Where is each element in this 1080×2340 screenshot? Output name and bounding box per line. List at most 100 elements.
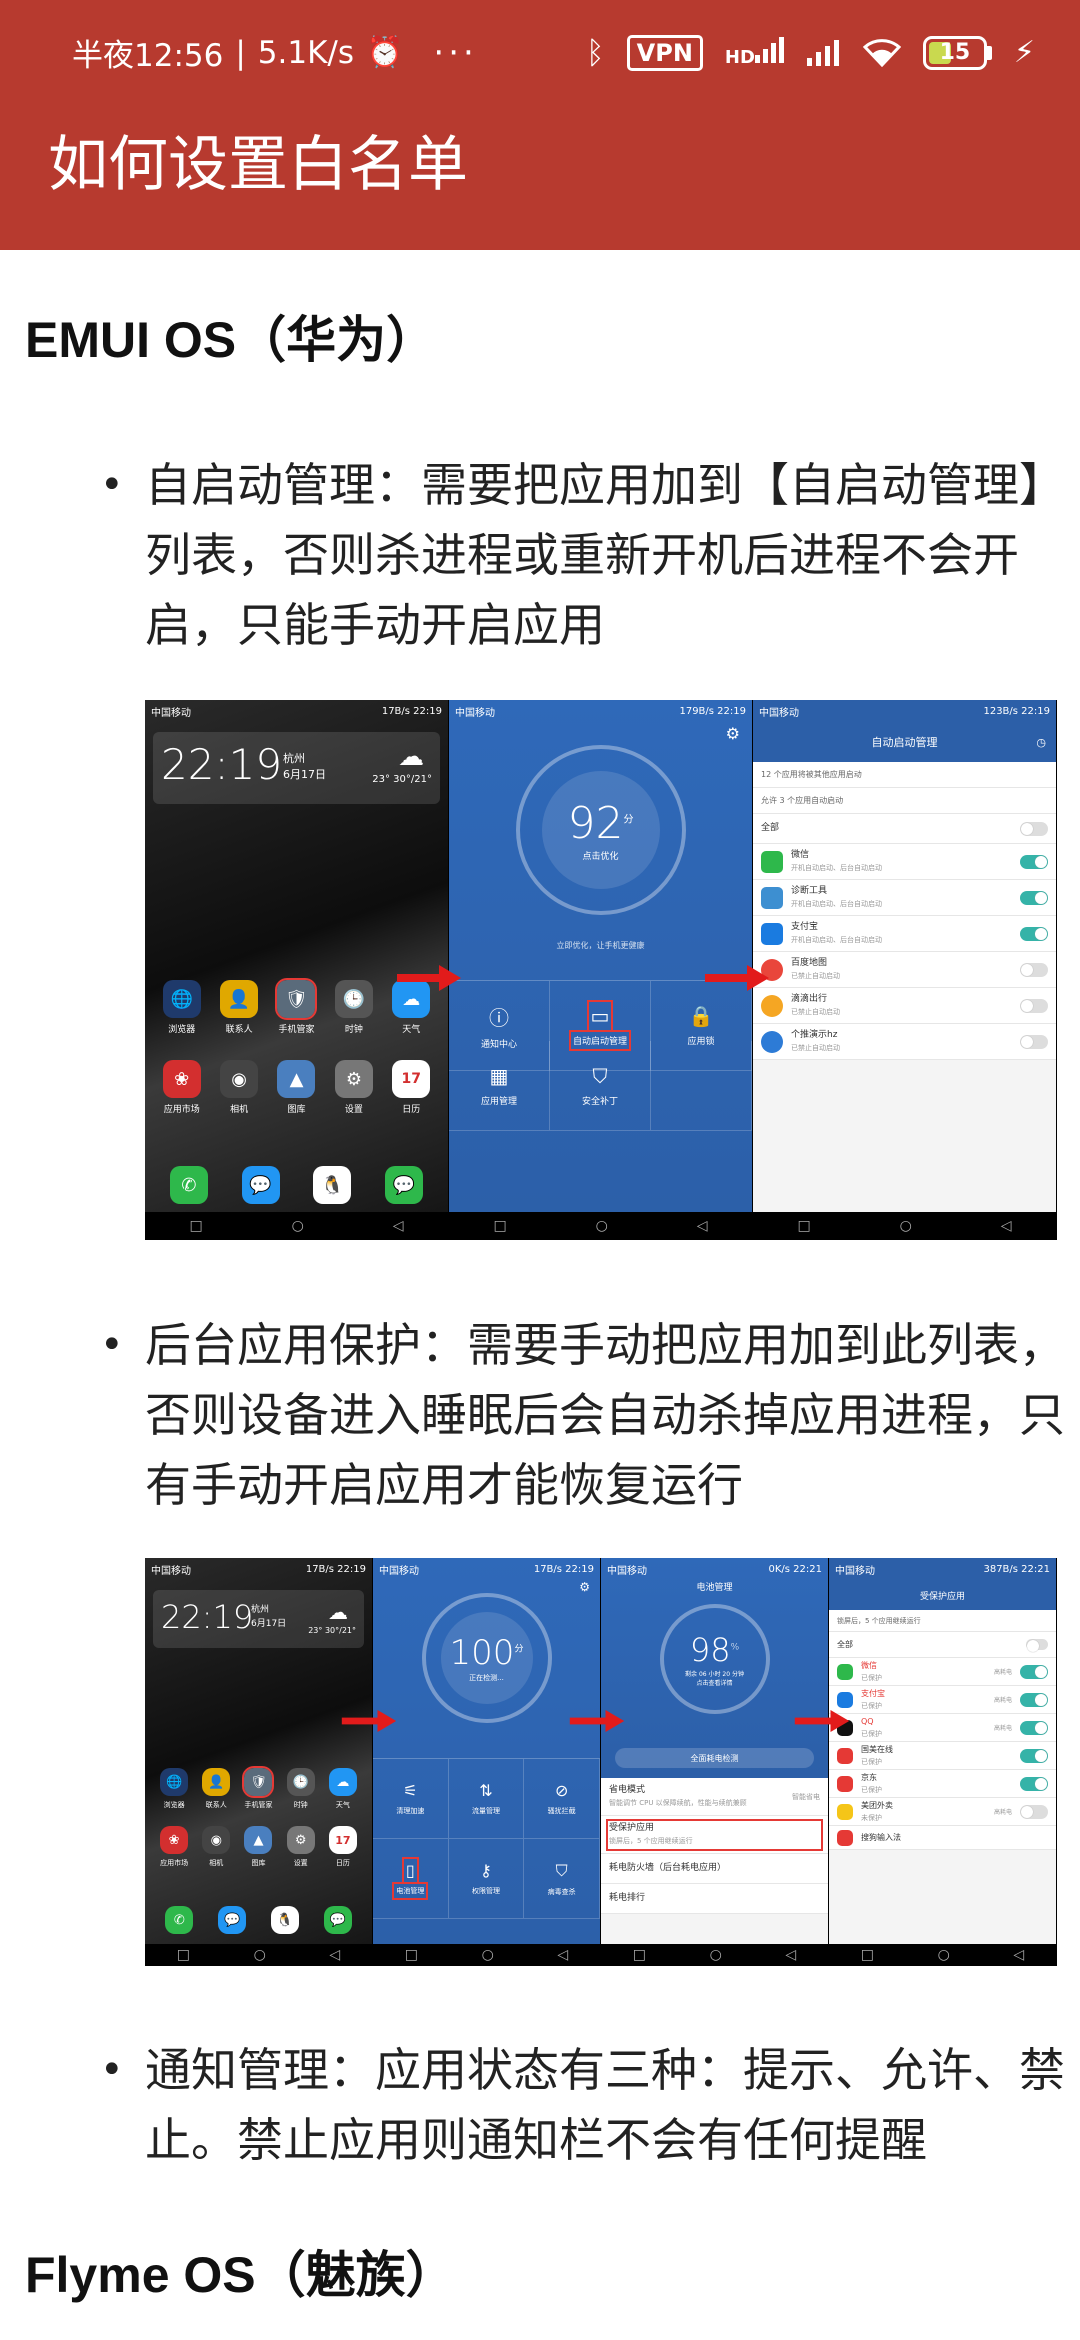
qq-icon: 🐧 xyxy=(313,1166,352,1204)
toggle-diagnostic xyxy=(1020,890,1048,905)
toggle-all xyxy=(1026,1639,1048,1652)
wechat-icon xyxy=(837,1663,853,1680)
settings-gear-icon: ⚙ xyxy=(725,724,740,743)
hd-signal-icon: HD xyxy=(725,37,785,68)
meituan-icon xyxy=(837,1803,853,1820)
list-item: 美团外卖 未保护 高耗电 xyxy=(829,1798,1056,1826)
nav-bar: □ ○ ◁ xyxy=(753,1212,1056,1240)
screenshot-protected-apps: 中国移动 17B/s 22:19 22:19 杭州 6月17日 ☁ 23° 30°… xyxy=(145,1558,1057,1966)
signal-icon xyxy=(806,39,839,66)
back-icon: ◁ xyxy=(696,1218,708,1234)
back-icon: ◁ xyxy=(392,1218,404,1234)
alipay-icon xyxy=(837,1691,853,1708)
didi-icon xyxy=(761,994,783,1017)
toggle-qq xyxy=(1020,1720,1048,1735)
toggle-alipay xyxy=(1020,1692,1048,1707)
wechat-icon: 💬 xyxy=(385,1166,424,1204)
nav-bar: □ ○ ◁ xyxy=(145,1212,448,1240)
clock-icon: 🕒 xyxy=(334,980,373,1018)
gallery-icon: ▲ xyxy=(277,1060,316,1098)
list-item: 微信 已保护 高耗电 xyxy=(829,1658,1056,1686)
recent-icon: □ xyxy=(176,1947,191,1963)
back-icon: ◁ xyxy=(1013,1947,1025,1963)
more-notifications-icon: ··· xyxy=(433,32,478,73)
home-icon: ○ xyxy=(709,1947,722,1963)
app-market-icon: ❀ xyxy=(160,1826,189,1854)
home-icon: ○ xyxy=(595,1218,608,1234)
recent-icon: □ xyxy=(493,1218,507,1234)
list-item: 微信 开机自动启动、后台自动启动 xyxy=(753,844,1056,880)
phone-manager-icon: 🛡 xyxy=(275,978,318,1020)
nav-bar: □ ○ ◁ xyxy=(373,1944,600,1966)
diagnostic-icon xyxy=(761,886,783,909)
phone-autostart-list: 中国移动 123B/s 22:19 自动启动管理 ◷ 12 个应用将被其他应用启动 … xyxy=(753,700,1057,1240)
list-item: 耗电防火墙（后台耗电应用） xyxy=(601,1854,828,1884)
back-icon: ◁ xyxy=(785,1947,797,1963)
bullet-autostart: 自启动管理：需要把应用加到【自启动管理】列表，否则杀进程或重新开机后进程不会开启… xyxy=(100,450,1065,660)
app-grid-row2: ❀ 应用市场 ◉ 相机 ▲ 图库 ⚙ 设置 17 日历 xyxy=(153,1826,364,1868)
nav-bar: □ ○ ◁ xyxy=(145,1944,372,1966)
toggle-all xyxy=(1020,821,1048,836)
app-header: 半夜12:56 | 5.1K/s ⏰ ··· ᛒ VPN HD 15 ⚡ 如何设… xyxy=(0,0,1080,250)
calendar-icon: 17 xyxy=(328,1826,357,1854)
red-arrow-icon xyxy=(705,965,769,991)
back-icon: ◁ xyxy=(1000,1218,1012,1234)
bullet-background-protect: 后台应用保护：需要手动把应用加到此列表，否则设备进入睡眠后会自动杀掉应用进程，只… xyxy=(100,1310,1065,1520)
camera-icon: ◉ xyxy=(202,1826,231,1854)
toggle-jd xyxy=(1020,1776,1048,1791)
security-patch-icon: ⛉ xyxy=(592,1064,608,1088)
weather-icon: ☁ xyxy=(328,1768,357,1796)
dock: ✆ 💬 🐧 💬 xyxy=(153,1906,364,1934)
dialer-icon: ✆ xyxy=(165,1906,194,1934)
data-usage-icon: ⇅ xyxy=(479,1781,493,1800)
list-item: 个推演示hz 已禁止自动启动 xyxy=(753,1024,1056,1060)
optimize-dial: 100分 正在检测... xyxy=(421,1593,552,1723)
app-lock-icon: 🔒 xyxy=(688,1004,714,1028)
toggle-alipay xyxy=(1020,926,1048,941)
jd-icon xyxy=(837,1775,853,1792)
list-item: 支付宝 已保护 高耗电 xyxy=(829,1686,1056,1714)
bullet-notifications: 通知管理：应用状态有三种：提示、允许、禁止。禁止应用则通知栏不会有任何提醒 xyxy=(100,2035,1065,2175)
app-manage-icon: ▦ xyxy=(489,1064,509,1088)
settings-icon: ⚙ xyxy=(286,1826,315,1854)
status-bar: 半夜12:56 | 5.1K/s ⏰ ··· ᛒ VPN HD 15 ⚡ xyxy=(0,0,1080,105)
notification-icon: ⓘ xyxy=(489,1005,509,1030)
charging-icon: ⚡ xyxy=(1013,35,1035,70)
home-icon: ○ xyxy=(253,1947,266,1963)
bluetooth-icon: ᛒ xyxy=(586,34,605,71)
screenshot-autostart: 中国移动 17B/s 22:19 22:19 杭州 6月17日 ☁ 23° 30°… xyxy=(145,700,1057,1240)
list-item: 受保护应用 锁屏后，5 个应用继续运行 xyxy=(601,1816,828,1854)
recent-icon: □ xyxy=(404,1947,419,1963)
app-grid-row2: ❀ 应用市场 ◉ 相机 ▲ 图库 ⚙ 设置 17 日历 xyxy=(153,1060,440,1115)
list-item: QQ 已保护 高耗电 xyxy=(829,1714,1056,1742)
home-icon: ○ xyxy=(899,1218,912,1234)
list-item: 支付宝 开机自动启动、后台自动启动 xyxy=(753,916,1056,952)
nav-bar: □ ○ ◁ xyxy=(449,1212,752,1240)
autostart-icon: ▭ xyxy=(586,1000,614,1032)
back-icon: ◁ xyxy=(557,1947,569,1963)
phone-manager-screen: 中国移动 17B/s 22:19 ⚙ 100分 正在检测... ⚟ 清理加速 ⇅ 流量… xyxy=(373,1558,601,1966)
manager-function-grid: ⚟ 清理加速 ⇅ 流量管理 ⊘ 骚扰拦截 ▯ 电池管理 ⚷ 权限管理 ⛉ 病毒查杀 xyxy=(373,1758,600,1919)
app-grid-row1: 🌐 浏览器 👤 联系人 🛡 手机管家 🕒 时钟 ☁ 天气 xyxy=(153,1766,364,1810)
phone-home-screen: 中国移动 17B/s 22:19 22:19 杭州 6月17日 ☁ 23° 30°… xyxy=(145,1558,373,1966)
phone-protected-list: 中国移动 387B/s 22:21 受保护应用 锁屏后，5 个应用继续运行 全部 … xyxy=(829,1558,1057,1966)
recent-icon: □ xyxy=(860,1947,875,1963)
gome-icon xyxy=(837,1747,853,1764)
toggle-gome xyxy=(1020,1748,1048,1763)
recent-icon: □ xyxy=(797,1218,811,1234)
red-arrow-icon xyxy=(569,1709,625,1733)
phone-battery-screen: 中国移动 0K/s 22:21 电池管理 98% 剩余 06 小时 20 分钟 点… xyxy=(601,1558,829,1966)
permission-key-icon: ⚷ xyxy=(480,1861,492,1880)
contacts-icon: 👤 xyxy=(220,980,259,1018)
battery-icon: 15 xyxy=(922,35,992,70)
toggle-baidu-map xyxy=(1020,962,1048,977)
full-battery-check-button[interactable]: 全面耗电检测 xyxy=(615,1748,814,1768)
phone-manager-icon: 🛡 xyxy=(242,1766,275,1798)
list-item: 京东 已保护 xyxy=(829,1770,1056,1798)
clean-icon: ⚟ xyxy=(403,1781,418,1800)
nav-bar: □ ○ ◁ xyxy=(601,1944,828,1966)
camera-icon: ◉ xyxy=(220,1060,259,1098)
alipay-icon xyxy=(761,922,783,945)
dialer-icon: ✆ xyxy=(169,1166,208,1204)
history-icon: ◷ xyxy=(1036,735,1046,749)
